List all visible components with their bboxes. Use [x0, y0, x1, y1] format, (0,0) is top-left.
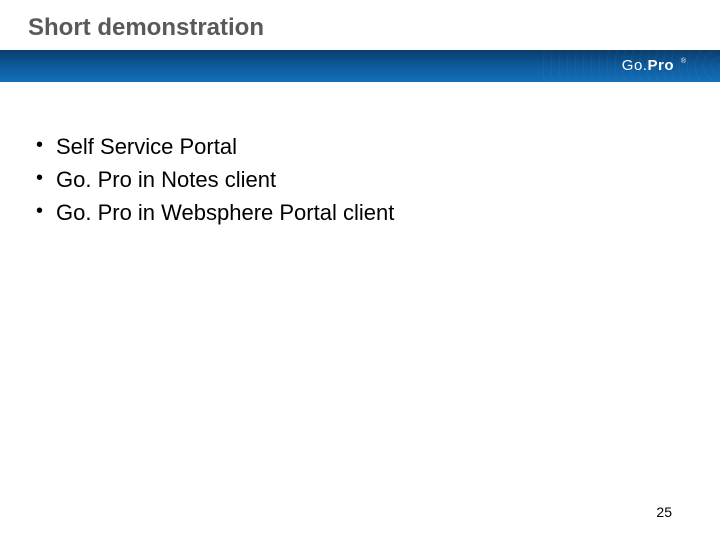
title-area: Short demonstration — [0, 0, 720, 42]
bullet-list: Self Service Portal Go. Pro in Notes cli… — [32, 130, 720, 229]
slide-title: Short demonstration — [28, 14, 720, 42]
list-item: Go. Pro in Websphere Portal client — [32, 196, 720, 229]
brand-prefix: Go. — [622, 57, 648, 74]
brand-logo: Go.Pro — [622, 57, 674, 74]
list-item: Self Service Portal — [32, 130, 720, 163]
header-bar: Go.Pro ® — [0, 50, 720, 82]
content-area: Self Service Portal Go. Pro in Notes cli… — [0, 82, 720, 229]
page-number: 25 — [656, 504, 672, 520]
brand-registered-icon: ® — [681, 58, 686, 65]
list-item: Go. Pro in Notes client — [32, 163, 720, 196]
brand-suffix: Pro — [647, 57, 674, 74]
